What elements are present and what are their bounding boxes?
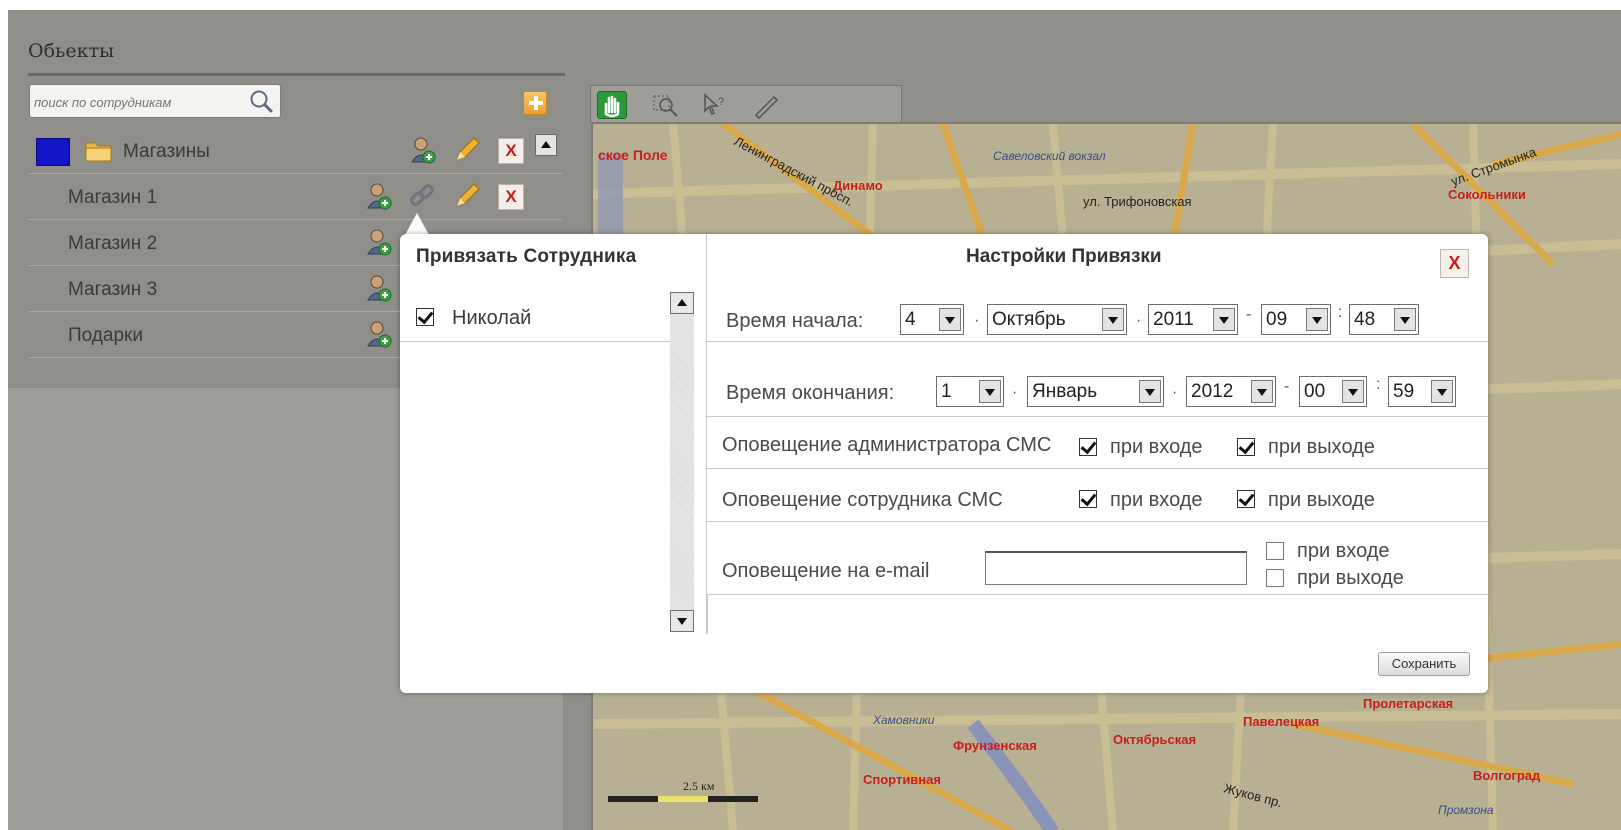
admin-sms-enter-checkbox[interactable]	[1079, 438, 1097, 456]
zoom-area-icon[interactable]	[651, 91, 681, 119]
map-label: Промзона	[1438, 803, 1494, 817]
pan-hand-tool[interactable]	[597, 91, 627, 119]
info-pointer-icon[interactable]: ?	[699, 91, 729, 119]
end-day-select[interactable]: 1	[936, 376, 1004, 407]
start-time-label: Время начала:	[726, 310, 864, 332]
employee-column: Привязать Сотрудника Николай	[400, 234, 707, 634]
map-label: Пролетарская	[1363, 696, 1453, 711]
scroll-up-button[interactable]	[670, 292, 694, 314]
map-label: ул. Трифоновская	[1083, 194, 1192, 209]
column-divider	[707, 594, 708, 634]
start-year-select[interactable]: 2011	[1148, 304, 1238, 335]
employee-row[interactable]: Николай	[400, 296, 670, 342]
employee-list-scrollbar[interactable]	[670, 292, 694, 632]
end-month-select[interactable]: Январь	[1027, 376, 1164, 407]
email-exit-checkbox[interactable]	[1266, 569, 1284, 587]
title-divider	[28, 73, 565, 76]
map-label: Савеловский вокзал	[993, 149, 1106, 163]
add-employee-icon[interactable]	[366, 182, 392, 210]
map-label: Октябрьская	[1113, 732, 1196, 747]
on-enter-label: при входе	[1110, 489, 1203, 511]
add-employee-icon[interactable]	[366, 228, 392, 256]
end-year-select[interactable]: 2012	[1186, 376, 1276, 407]
edit-pencil-icon[interactable]	[453, 182, 481, 210]
map-label: ское Поле	[598, 147, 668, 163]
on-exit-label: при выходе	[1268, 436, 1375, 458]
tree-label: Подарки	[68, 325, 143, 346]
map-label: Павелецкая	[1243, 714, 1319, 729]
add-employee-icon[interactable]	[410, 136, 436, 164]
end-minute-select[interactable]: 59	[1388, 376, 1456, 407]
employee-name: Николай	[452, 307, 532, 329]
search-icon[interactable]	[248, 88, 274, 114]
row-divider	[707, 594, 1488, 595]
map-scale-label: 2.5 км	[683, 779, 715, 793]
email-label: Оповещение на e-mail	[722, 560, 930, 582]
employee-checkbox[interactable]	[416, 308, 434, 326]
tree-row-group[interactable]: Магазины X	[28, 128, 562, 174]
employee-sms-label: Оповещение сотрудника СМС	[722, 489, 1003, 511]
add-object-button[interactable]	[523, 91, 547, 115]
start-day-select[interactable]: 4	[900, 304, 964, 335]
svg-text:?: ?	[718, 96, 724, 108]
admin-sms-label: Оповещение администратора СМС	[722, 434, 1052, 456]
add-employee-icon[interactable]	[366, 274, 392, 302]
end-hour-select[interactable]: 00	[1299, 376, 1367, 407]
start-month-select[interactable]: Октябрь	[987, 304, 1127, 335]
email-enter-checkbox[interactable]	[1266, 542, 1284, 560]
admin-sms-exit-checkbox[interactable]	[1237, 438, 1255, 456]
on-exit-label: при выходе	[1268, 489, 1375, 511]
search-input[interactable]	[34, 92, 244, 112]
link-icon[interactable]	[408, 182, 436, 210]
tree-scroll-up-button[interactable]	[535, 134, 557, 156]
employee-sms-exit-checkbox[interactable]	[1237, 490, 1255, 508]
end-time-label: Время окончания:	[726, 382, 895, 404]
row-divider	[707, 521, 1488, 522]
scroll-down-button[interactable]	[670, 610, 694, 632]
panel-title: Обьекты	[28, 40, 115, 62]
map-label: Спортивная	[863, 772, 941, 787]
delete-button[interactable]: X	[498, 138, 524, 164]
popover-arrow	[405, 213, 429, 235]
tree-label: Магазин 2	[68, 233, 158, 254]
map-toolbar: ?	[590, 85, 902, 123]
settings-title: Настройки Привязки	[966, 246, 1162, 267]
map-label: Хамовники	[872, 713, 935, 727]
map-label: Волгоград	[1473, 768, 1541, 783]
save-button[interactable]: Сохранить	[1378, 652, 1470, 676]
row-divider	[707, 468, 1488, 469]
delete-button[interactable]: X	[498, 184, 524, 210]
hand-icon	[604, 95, 620, 118]
add-employee-icon[interactable]	[366, 320, 392, 348]
group-color-swatch[interactable]	[36, 138, 70, 166]
binding-dialog: Привязать Сотрудника Николай Настройки П…	[400, 234, 1488, 693]
tree-label: Магазин 1	[68, 187, 158, 208]
tree-label: Магазины	[123, 141, 210, 162]
start-minute-select[interactable]: 48	[1349, 304, 1419, 335]
employee-column-title: Привязать Сотрудника	[416, 246, 637, 267]
tree-label: Магазин 3	[68, 279, 158, 300]
start-hour-select[interactable]: 09	[1261, 304, 1331, 335]
row-divider	[707, 341, 1488, 342]
on-exit-label: при выходе	[1297, 567, 1404, 589]
employee-sms-enter-checkbox[interactable]	[1079, 490, 1097, 508]
folder-icon	[85, 142, 112, 162]
map-label: Фрунзенская	[953, 738, 1037, 753]
close-button[interactable]: X	[1440, 249, 1469, 278]
row-divider	[707, 416, 1488, 417]
email-field[interactable]	[985, 551, 1247, 585]
tree-row-item[interactable]: Магазин 1 X	[28, 174, 562, 220]
on-enter-label: при входе	[1110, 436, 1203, 458]
ruler-icon[interactable]	[751, 91, 781, 119]
map-label: Сокольники	[1448, 187, 1526, 202]
edit-pencil-icon[interactable]	[453, 136, 481, 164]
on-enter-label: при входе	[1297, 540, 1390, 562]
search-box	[29, 84, 281, 118]
